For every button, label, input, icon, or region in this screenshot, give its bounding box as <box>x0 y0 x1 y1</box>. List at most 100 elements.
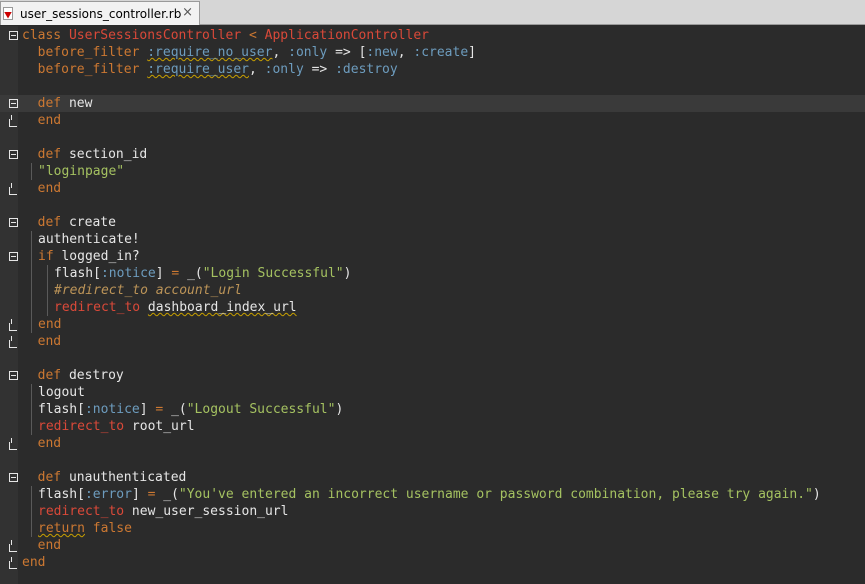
fold-collapse-icon[interactable] <box>9 31 18 40</box>
indent-guide <box>31 316 38 333</box>
close-tab-icon[interactable]: × <box>182 5 193 20</box>
code-line[interactable]: before_filter :require_no_user, :only =>… <box>0 44 865 61</box>
code-token: :notice <box>100 266 156 281</box>
indent-guide <box>31 299 38 316</box>
code-line[interactable]: before_filter :require_user, :only => :d… <box>0 61 865 78</box>
code-line[interactable] <box>0 78 865 95</box>
code-token: new <box>61 96 93 111</box>
code-token: root_url <box>124 419 195 434</box>
code-text: "loginpage" <box>22 163 124 180</box>
code-line[interactable]: end <box>0 112 865 129</box>
fold-marker <box>9 438 18 450</box>
fold-collapse-icon[interactable] <box>9 150 18 159</box>
code-token: before_filter <box>37 45 140 60</box>
code-token: class <box>22 28 69 43</box>
code-token: new_user_session_url <box>124 504 289 519</box>
code-line[interactable]: end <box>0 554 865 571</box>
fold-marker <box>9 540 18 552</box>
code-text: before_filter :require_no_user, :only =>… <box>22 44 476 61</box>
indent-guide <box>31 503 38 520</box>
code-line[interactable] <box>0 129 865 146</box>
code-token: , <box>397 45 414 60</box>
fold-collapse-icon[interactable] <box>9 218 18 227</box>
fold-marker <box>9 371 18 381</box>
code-token: end <box>37 181 62 196</box>
code-text: def create <box>22 214 116 231</box>
code-token: :only <box>288 45 328 60</box>
code-text: logout <box>22 384 85 401</box>
code-editor[interactable]: class UserSessionsController < Applicati… <box>0 26 865 584</box>
code-token: end <box>37 113 62 128</box>
fold-end-icon <box>9 183 17 195</box>
code-token: section_id <box>61 147 148 162</box>
code-line[interactable]: def section_id <box>0 146 865 163</box>
code-line[interactable]: authenticate! <box>0 231 865 248</box>
code-token: UserSessionsController <box>68 28 242 43</box>
tab-user-sessions-controller[interactable]: user_sessions_controller.rb × <box>0 1 200 25</box>
code-text: def destroy <box>22 367 124 384</box>
code-token: dashboard_index_url <box>147 300 297 315</box>
code-line[interactable]: def create <box>0 214 865 231</box>
code-line[interactable]: return false <box>0 520 865 537</box>
code-token: _( <box>179 266 203 281</box>
code-token: authenticate! <box>38 232 140 247</box>
code-token: false <box>92 521 132 536</box>
code-line[interactable]: if logged_in? <box>0 248 865 265</box>
code-line[interactable]: end <box>0 180 865 197</box>
fold-marker <box>9 473 18 483</box>
code-token: redirect_to <box>54 300 141 315</box>
fold-collapse-icon[interactable] <box>9 371 18 380</box>
code-token: end <box>37 436 62 451</box>
indent-guide <box>31 486 38 503</box>
code-line[interactable] <box>0 350 865 367</box>
code-line[interactable]: def unauthenticated <box>0 469 865 486</box>
code-line[interactable]: redirect_to new_user_session_url <box>0 503 865 520</box>
code-line[interactable] <box>0 452 865 469</box>
code-line[interactable]: flash[:notice] = _("Login Successful") <box>0 265 865 282</box>
code-line[interactable]: "loginpage" <box>0 163 865 180</box>
code-text: end <box>22 112 61 129</box>
code-line[interactable]: flash[:notice] = _("Logout Successful") <box>0 401 865 418</box>
ruby-file-icon <box>3 6 15 21</box>
code-text: return false <box>22 520 132 537</box>
code-text: def unauthenticated <box>22 469 187 486</box>
code-line[interactable]: end <box>0 435 865 452</box>
fold-collapse-icon[interactable] <box>9 99 18 108</box>
code-token: def <box>37 96 62 111</box>
code-line[interactable] <box>0 197 865 214</box>
code-text: end <box>22 554 45 571</box>
code-token: create <box>61 215 116 230</box>
code-line[interactable]: redirect_to dashboard_index_url <box>0 299 865 316</box>
code-token: _( <box>155 487 179 502</box>
code-line[interactable]: #redirect_to account_url <box>0 282 865 299</box>
code-line[interactable]: logout <box>0 384 865 401</box>
code-token: "You've entered an incorrect username or… <box>178 487 813 502</box>
code-text: authenticate! <box>22 231 140 248</box>
code-line[interactable]: end <box>0 316 865 333</box>
code-token: ] <box>139 402 156 417</box>
code-text: end <box>22 435 61 452</box>
code-line[interactable]: end <box>0 537 865 554</box>
code-text: redirect_to root_url <box>22 418 195 435</box>
indent-guide <box>31 265 38 282</box>
indent-guide <box>31 248 38 265</box>
code-text: end <box>22 537 61 554</box>
code-line[interactable]: redirect_to root_url <box>0 418 865 435</box>
code-token: :create <box>413 45 469 60</box>
code-line[interactable]: def new <box>0 95 865 112</box>
code-token: ) <box>335 402 344 417</box>
fold-collapse-icon[interactable] <box>9 252 18 261</box>
code-line[interactable]: flash[:error] = _("You've entered an inc… <box>0 486 865 503</box>
code-line[interactable]: class UserSessionsController < Applicati… <box>0 27 865 44</box>
code-token: => [ <box>327 45 367 60</box>
code-text: def new <box>22 95 93 112</box>
code-line[interactable]: end <box>0 333 865 350</box>
code-text: flash[:notice] = _("Login Successful") <box>22 265 351 282</box>
code-text: #redirect_to account_url <box>22 282 242 299</box>
code-line[interactable]: def destroy <box>0 367 865 384</box>
fold-collapse-icon[interactable] <box>9 473 18 482</box>
